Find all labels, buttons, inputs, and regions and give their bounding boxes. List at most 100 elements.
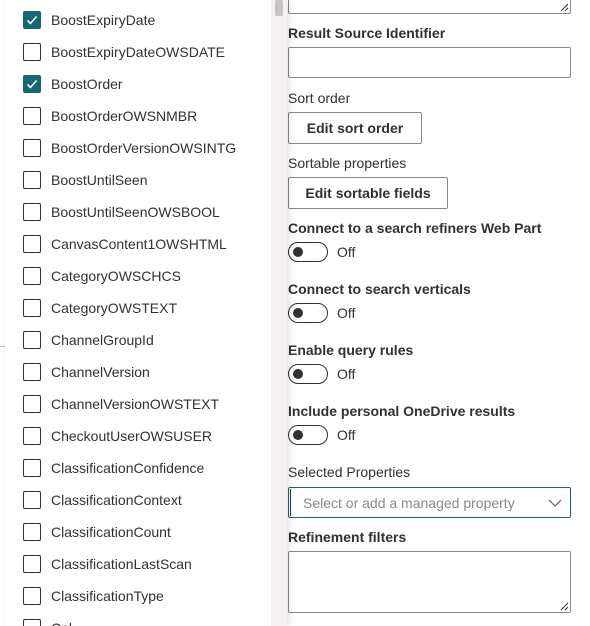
property-checkbox-label: CheckoutUserOWSUSER xyxy=(51,428,213,444)
property-checkbox-item[interactable]: BoostUntilSeenOWSBOOL xyxy=(23,200,220,224)
onedrive-results-toggle-row: Off xyxy=(288,425,355,445)
query-template-textarea[interactable] xyxy=(288,0,571,14)
checkbox-unchecked[interactable] xyxy=(23,523,41,541)
property-checkbox-item[interactable]: ClassificationLastScan xyxy=(23,552,192,576)
checkbox-unchecked[interactable] xyxy=(23,491,41,509)
property-checkbox-item[interactable]: ChannelVersion xyxy=(23,360,150,384)
query-rules-toggle-state: Off xyxy=(337,366,356,382)
list-scrollbar-thumb[interactable] xyxy=(275,0,283,16)
property-checkbox-label: BoostUntilSeen xyxy=(51,172,148,188)
property-checkbox-label: BoostOrder xyxy=(51,76,123,92)
property-checkbox-item[interactable]: CategoryOWSTEXT xyxy=(23,296,177,320)
property-checkbox-item[interactable]: CategoryOWSCHCS xyxy=(23,264,181,288)
edit-sort-order-button[interactable]: Edit sort order xyxy=(288,112,422,144)
property-checkbox-item[interactable]: ClassificationType xyxy=(23,584,164,608)
checkmark-icon xyxy=(26,79,38,89)
search-refiners-toggle[interactable] xyxy=(288,242,328,262)
property-checkbox-item[interactable]: BoostOrder xyxy=(23,72,123,96)
selected-properties-label: Selected Properties xyxy=(288,464,411,480)
checkbox-unchecked[interactable] xyxy=(23,43,41,61)
property-checkbox-item[interactable]: ChannelGroupId xyxy=(23,328,154,352)
property-checkbox-label: ClassificationConfidence xyxy=(51,460,205,476)
property-pane: Result Source Identifier Sort order Edit… xyxy=(288,0,588,626)
refinement-filters-textarea[interactable] xyxy=(288,551,571,613)
property-checkbox-label: ChannelGroupId xyxy=(51,332,154,348)
checkbox-unchecked[interactable] xyxy=(23,203,41,221)
checkbox-unchecked[interactable] xyxy=(23,235,41,253)
checkbox-unchecked[interactable] xyxy=(23,555,41,573)
property-checkbox-item[interactable]: BoostExpiryDateOWSDATE xyxy=(23,40,225,64)
checkmark-icon xyxy=(26,15,38,25)
toggle-knob xyxy=(293,308,303,318)
property-checkbox-label: Col... xyxy=(51,620,84,626)
checkbox-unchecked[interactable] xyxy=(23,459,41,477)
search-verticals-toggle-row: Off xyxy=(288,303,355,323)
resize-grip-icon[interactable] xyxy=(560,3,569,12)
property-checkbox-item[interactable]: BoostUntilSeen xyxy=(23,168,148,192)
checkbox-unchecked[interactable] xyxy=(23,299,41,317)
onedrive-results-toggle[interactable] xyxy=(288,425,328,445)
property-checkbox-label: ClassificationType xyxy=(51,588,164,604)
checkbox-unchecked[interactable] xyxy=(23,619,41,626)
sortable-properties-label: Sortable properties xyxy=(288,155,407,171)
edit-sortable-fields-button[interactable]: Edit sortable fields xyxy=(288,177,448,209)
onedrive-results-toggle-label: Include personal OneDrive results xyxy=(288,403,516,419)
property-checkbox-item[interactable]: CheckoutUserOWSUSER xyxy=(23,424,212,448)
selected-properties-input[interactable] xyxy=(290,489,540,516)
search-verticals-toggle-state: Off xyxy=(337,305,356,321)
property-checkbox-label: CanvasContent1OWSHTML xyxy=(51,236,227,252)
property-checkbox-item[interactable]: ClassificationContext xyxy=(23,488,182,512)
checkbox-unchecked[interactable] xyxy=(23,363,41,381)
combobox-caret-button[interactable] xyxy=(540,488,570,517)
sort-order-label: Sort order xyxy=(288,90,351,106)
toggle-knob xyxy=(293,369,303,379)
query-rules-toggle-row: Off xyxy=(288,364,355,384)
property-checkbox-item[interactable]: ClassificationConfidence xyxy=(23,456,204,480)
checkbox-unchecked[interactable] xyxy=(23,427,41,445)
search-verticals-toggle[interactable] xyxy=(288,303,328,323)
property-checkbox-label: ChannelVersionOWSTEXT xyxy=(51,396,220,412)
property-checkbox-item[interactable]: ClassificationCount xyxy=(23,520,171,544)
property-checkbox-item[interactable]: ChannelVersionOWSTEXT xyxy=(23,392,219,416)
refinement-filters-label: Refinement filters xyxy=(288,529,407,545)
selected-properties-combobox[interactable] xyxy=(288,487,571,518)
result-source-input[interactable] xyxy=(288,47,571,78)
query-rules-toggle-label: Enable query rules xyxy=(288,342,414,358)
checkbox-unchecked[interactable] xyxy=(23,331,41,349)
property-checkbox-label: ClassificationContext xyxy=(51,492,182,508)
property-checkbox-label: CategoryOWSCHCS xyxy=(51,268,181,284)
search-verticals-toggle-label: Connect to search verticals xyxy=(288,281,471,297)
property-checkbox-item[interactable]: BoostOrderVersionOWSINTG xyxy=(23,136,236,160)
property-checkbox-item[interactable]: Col... xyxy=(23,616,84,626)
property-checkbox-item[interactable]: CanvasContent1OWSHTML xyxy=(23,232,227,256)
list-scrollbar[interactable] xyxy=(271,0,287,626)
property-checkbox-label: ClassificationCount xyxy=(51,524,171,540)
checkbox-unchecked[interactable] xyxy=(23,171,41,189)
checkbox-unchecked[interactable] xyxy=(23,107,41,125)
checkbox-unchecked[interactable] xyxy=(23,587,41,605)
toggle-knob xyxy=(293,247,303,257)
search-refiners-toggle-label: Connect to a search refiners Web Part xyxy=(288,220,542,236)
property-checkbox-label: CategoryOWSTEXT xyxy=(51,300,178,316)
managed-property-dropdown-list: BoostExpiryDate BoostExpiryDateOWSDATE Boo… xyxy=(5,0,287,626)
onedrive-results-toggle-state: Off xyxy=(337,427,356,443)
query-rules-toggle[interactable] xyxy=(288,364,328,384)
chevron-down-icon xyxy=(548,499,562,507)
property-checkbox-label: ChannelVersion xyxy=(51,364,150,380)
property-checkbox-item[interactable]: BoostExpiryDate xyxy=(23,8,155,32)
search-refiners-toggle-state: Off xyxy=(337,244,356,260)
result-source-label: Result Source Identifier xyxy=(288,25,446,41)
checkbox-unchecked[interactable] xyxy=(23,395,41,413)
property-checkbox-label: BoostExpiryDate xyxy=(51,12,156,28)
property-checkbox-label: BoostOrderVersionOWSINTG xyxy=(51,140,237,156)
resize-grip-icon[interactable] xyxy=(560,602,569,611)
property-checkbox-label: BoostUntilSeenOWSBOOL xyxy=(51,204,220,220)
property-checkbox-label: ClassificationLastScan xyxy=(51,556,192,572)
checkbox-unchecked[interactable] xyxy=(23,139,41,157)
checkbox-checked[interactable] xyxy=(23,75,41,93)
checkbox-checked[interactable] xyxy=(23,11,41,29)
search-refiners-toggle-row: Off xyxy=(288,242,355,262)
checkbox-unchecked[interactable] xyxy=(23,267,41,285)
property-checkbox-label: BoostOrderOWSNMBR xyxy=(51,108,198,124)
property-checkbox-item[interactable]: BoostOrderOWSNMBR xyxy=(23,104,197,128)
